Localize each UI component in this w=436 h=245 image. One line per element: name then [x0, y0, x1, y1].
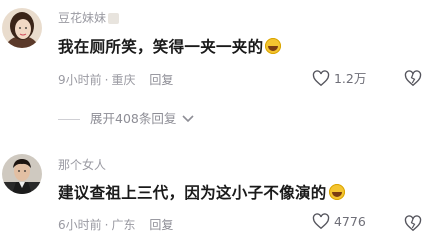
badge-icon	[108, 13, 120, 24]
comment-body: 建议查祖上三代，因为这小子不像演的	[58, 184, 327, 202]
location: 广东	[111, 218, 136, 232]
comment-text: 我在厕所笑，笑得一夹一夹的	[58, 35, 282, 57]
timestamp: 9小时前	[58, 73, 102, 87]
comment-text: 建议查祖上三代，因为这小子不像演的	[58, 181, 345, 203]
broken-heart-icon	[404, 215, 422, 232]
separator: ·	[104, 218, 109, 232]
reply-button[interactable]: 回复	[149, 218, 173, 232]
timestamp: 6小时前	[58, 218, 102, 232]
expand-replies-button[interactable]: 展开408条回复	[58, 108, 194, 127]
avatar[interactable]	[2, 8, 42, 48]
like-button[interactable]: 1.2万	[312, 68, 366, 87]
tears-of-joy-emoji-icon	[328, 184, 345, 200]
divider	[58, 119, 80, 120]
dislike-button[interactable]	[404, 213, 422, 232]
chevron-down-icon	[182, 115, 194, 123]
comment-meta: 9小时前 · 重庆 回复	[58, 71, 173, 88]
like-button[interactable]: 4776	[312, 213, 366, 230]
comment-meta: 6小时前 · 广东 回复	[58, 216, 173, 233]
username[interactable]: 豆花妹妹	[58, 9, 120, 26]
comment-item: 豆花妹妹 我在厕所笑，笑得一夹一夹的 9小时前 · 重庆 回复 1.2万	[0, 0, 436, 95]
heart-icon	[312, 213, 330, 230]
heart-icon	[312, 70, 330, 87]
username-text: 豆花妹妹	[58, 11, 107, 25]
separator: ·	[104, 73, 109, 87]
username-text: 那个女人	[58, 158, 107, 172]
username[interactable]: 那个女人	[58, 156, 106, 173]
avatar[interactable]	[2, 154, 42, 194]
dislike-button[interactable]	[404, 68, 422, 87]
laughing-emoji-icon	[265, 38, 282, 54]
like-count: 4776	[333, 214, 366, 229]
broken-heart-icon	[404, 70, 422, 87]
location: 重庆	[111, 73, 136, 87]
reply-button[interactable]: 回复	[149, 73, 173, 87]
comment-body: 我在厕所笑，笑得一夹一夹的	[58, 38, 264, 56]
comment-item: 那个女人 建议查祖上三代，因为这小子不像演的 6小时前 · 广东 回复 4776	[0, 140, 436, 245]
expand-replies-label: 展开408条回复	[90, 111, 177, 126]
like-count: 1.2万	[333, 71, 367, 86]
